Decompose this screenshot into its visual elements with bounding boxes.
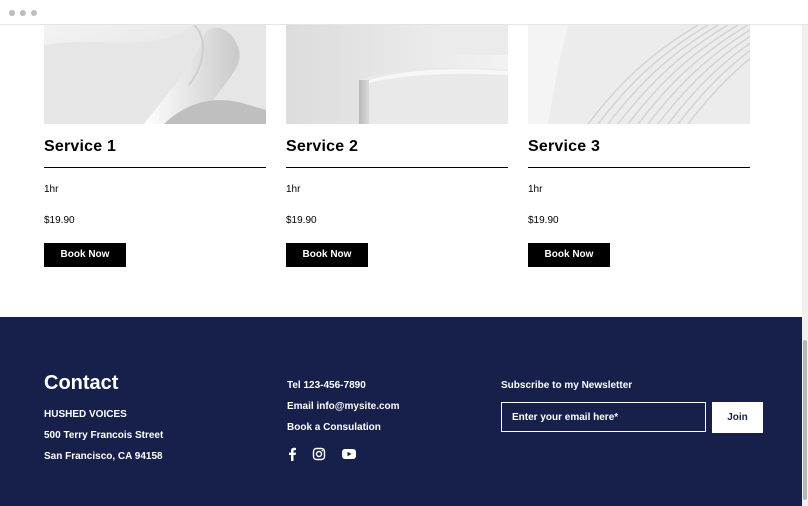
email-link[interactable]: Email info@mysite.com xyxy=(287,401,400,412)
divider xyxy=(44,167,266,168)
service-price: $19.90 xyxy=(286,215,317,226)
book-consultation-link[interactable]: Book a Consulation xyxy=(287,422,381,433)
service-price: $19.90 xyxy=(528,215,559,226)
service-image xyxy=(286,25,508,124)
book-now-button[interactable]: Book Now xyxy=(286,243,368,267)
divider xyxy=(286,167,508,168)
window-dot[interactable] xyxy=(9,10,15,16)
service-price: $19.90 xyxy=(44,215,75,226)
facebook-icon[interactable] xyxy=(287,447,297,461)
phone-text: Tel 123-456-7890 xyxy=(287,380,366,391)
address-line: San Francisco, CA 94158 xyxy=(44,451,163,462)
newsletter-email-input[interactable] xyxy=(501,402,706,432)
instagram-icon[interactable] xyxy=(312,447,326,461)
book-now-button[interactable]: Book Now xyxy=(528,243,610,267)
divider xyxy=(528,167,750,168)
service-image xyxy=(44,25,266,124)
window-dot[interactable] xyxy=(20,10,26,16)
service-duration: 1hr xyxy=(44,184,59,195)
service-card: Service 1 1hr $19.90 Book Now xyxy=(44,25,266,267)
browser-bar xyxy=(0,0,808,25)
footer: Contact HUSHED VOICES 500 Terry Francois… xyxy=(0,317,802,506)
youtube-icon[interactable] xyxy=(341,447,357,461)
service-card: Service 3 1hr $19.90 Book Now xyxy=(528,25,750,267)
service-card: Service 2 1hr $19.90 Book Now xyxy=(286,25,508,267)
service-duration: 1hr xyxy=(286,184,301,195)
address-line: 500 Terry Francois Street xyxy=(44,430,164,441)
service-title: Service 2 xyxy=(286,138,359,155)
scrollbar-thumb[interactable] xyxy=(803,340,807,500)
service-image xyxy=(528,25,750,124)
services-section: Service 1 1hr $19.90 Book Now Service 2 … xyxy=(0,25,802,317)
book-now-button[interactable]: Book Now xyxy=(44,243,126,267)
company-name: HUSHED VOICES xyxy=(44,409,127,420)
window-dot[interactable] xyxy=(31,10,37,16)
join-button[interactable]: Join xyxy=(712,402,763,433)
newsletter-label: Subscribe to my Newsletter xyxy=(501,380,633,391)
service-title: Service 1 xyxy=(44,138,117,155)
service-title: Service 3 xyxy=(528,138,601,155)
contact-heading: Contact xyxy=(44,372,119,394)
service-duration: 1hr xyxy=(528,184,543,195)
